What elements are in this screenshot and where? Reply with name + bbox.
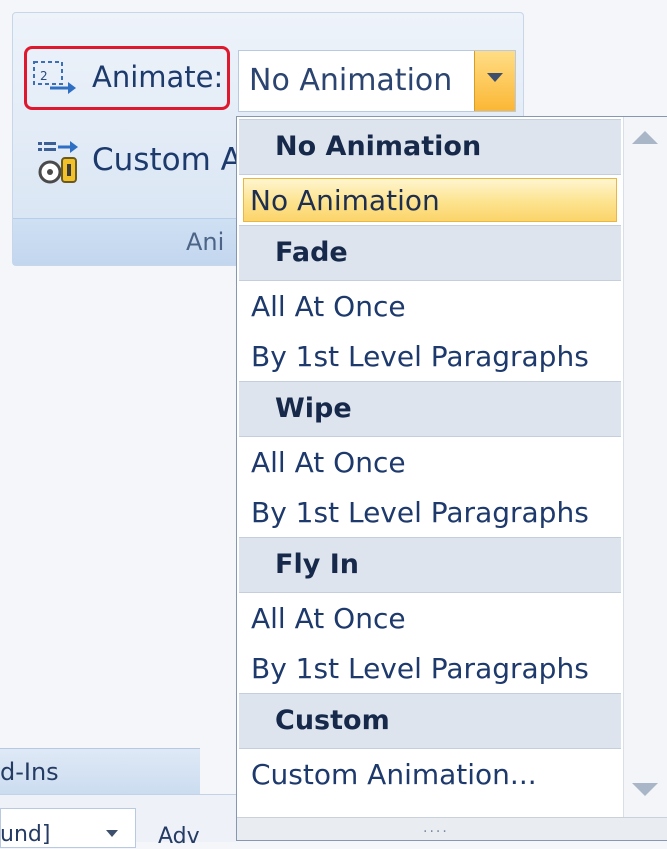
background-button-label[interactable]: Adv xyxy=(158,824,200,849)
animation-list: No Animation No Animation Fade All At On… xyxy=(239,119,621,799)
animate-highlight-box xyxy=(24,46,230,110)
section-header-label: Fade xyxy=(275,237,348,268)
chevron-down-icon xyxy=(106,830,118,837)
section-header: Fade xyxy=(239,225,621,281)
scrollbar[interactable] xyxy=(623,117,667,817)
section-header-label: Fly In xyxy=(275,549,359,580)
custom-animation-button[interactable]: Custom A xyxy=(92,142,242,178)
resize-grip[interactable]: ···· xyxy=(237,817,667,840)
list-item-label: By 1st Level Paragraphs xyxy=(251,652,589,685)
section-header-label: Custom xyxy=(275,705,390,736)
chevron-down-icon xyxy=(487,73,503,82)
background-combo-text: und] xyxy=(0,822,51,847)
list-item-label: All At Once xyxy=(251,290,406,323)
section-header-label: No Animation xyxy=(275,131,482,162)
section-header: No Animation xyxy=(239,119,621,175)
list-item[interactable]: All At Once xyxy=(239,437,621,487)
scroll-down-icon[interactable] xyxy=(632,783,658,797)
combo-value: No Animation xyxy=(249,63,453,98)
list-item-label: All At Once xyxy=(251,446,406,479)
combo-dropdown-button[interactable] xyxy=(474,51,515,111)
list-item-label: By 1st Level Paragraphs xyxy=(251,496,589,529)
list-item-selected[interactable]: No Animation xyxy=(243,178,617,222)
section-header-label: Wipe xyxy=(275,393,352,424)
grip-dots: ···· xyxy=(423,824,449,840)
custom-animation-icon xyxy=(38,141,78,184)
list-item[interactable]: By 1st Level Paragraphs xyxy=(239,331,621,381)
list-item-label: All At Once xyxy=(251,602,406,635)
list-item[interactable]: All At Once xyxy=(239,281,621,331)
list-item-label: Custom Animation... xyxy=(251,758,537,791)
list-item[interactable]: By 1st Level Paragraphs xyxy=(239,487,621,537)
section-header: Fly In xyxy=(239,537,621,593)
scroll-up-icon[interactable] xyxy=(632,131,658,145)
section-header: Wipe xyxy=(239,381,621,437)
animate-combo-box[interactable]: No Animation xyxy=(238,50,516,112)
add-ins-tab[interactable]: d-Ins xyxy=(0,758,59,786)
group-label: Ani xyxy=(186,228,225,256)
animation-dropdown: No Animation No Animation Fade All At On… xyxy=(236,116,667,841)
list-item-label: No Animation xyxy=(250,184,440,217)
list-item-label: By 1st Level Paragraphs xyxy=(251,340,589,373)
section-header: Custom xyxy=(239,693,621,749)
list-item[interactable]: By 1st Level Paragraphs xyxy=(239,643,621,693)
list-item[interactable]: All At Once xyxy=(239,593,621,643)
list-item[interactable]: Custom Animation... xyxy=(239,749,621,799)
